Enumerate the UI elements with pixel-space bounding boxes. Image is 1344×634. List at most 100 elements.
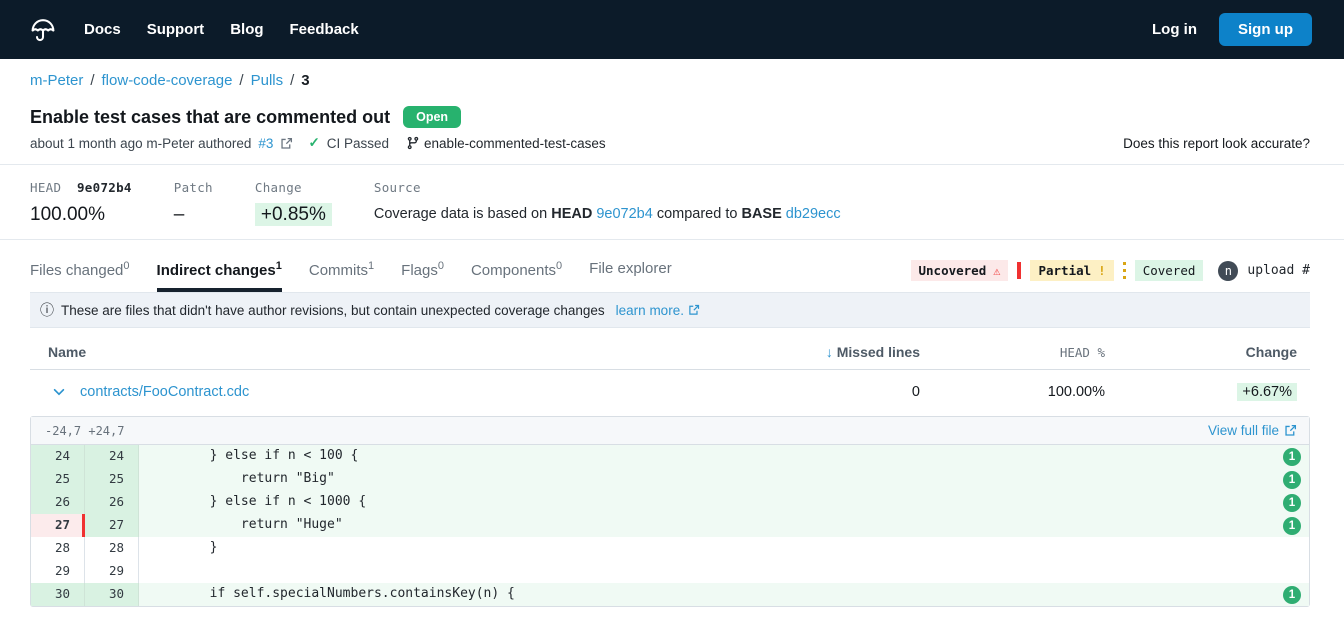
tab-commits[interactable]: Commits1 [309, 260, 374, 292]
nav-link-docs[interactable]: Docs [84, 21, 121, 38]
pull-authored-text: about 1 month ago m-Peter authored [30, 136, 251, 151]
new-line-number[interactable]: 24 [85, 445, 139, 468]
ci-status-text: CI Passed [327, 136, 389, 151]
diff-line: 24 24 } else if n < 100 { 1 [31, 445, 1309, 468]
new-line-number[interactable]: 28 [85, 537, 139, 560]
nav-link-blog[interactable]: Blog [230, 21, 263, 38]
new-line-number[interactable]: 30 [85, 583, 139, 606]
code-text: } else if n < 100 { [139, 445, 1309, 468]
hit-count-bubble[interactable]: 1 [1283, 586, 1301, 604]
breadcrumb-repo[interactable]: flow-code-coverage [102, 72, 233, 89]
diff-line: 29 29 [31, 560, 1309, 583]
old-line-number[interactable]: 30 [31, 583, 85, 606]
codecov-logo-icon[interactable] [28, 15, 58, 45]
source-base-commit-link[interactable]: db29ecc [786, 206, 841, 222]
nav-link-support[interactable]: Support [147, 21, 205, 38]
pull-title: Enable test cases that are commented out [30, 107, 390, 128]
column-header-missed-lines[interactable]: ↓ Missed lines [720, 344, 920, 360]
diff-line: 28 28 } [31, 537, 1309, 560]
top-navbar: Docs Support Blog Feedback Log in Sign u… [0, 0, 1344, 59]
legend-uncovered: Uncovered⚠ [911, 260, 1009, 281]
external-link-icon[interactable] [280, 137, 293, 150]
head-percent-value: 100.00% [920, 384, 1105, 400]
nav-links: Docs Support Blog Feedback [84, 21, 359, 38]
source-head-commit-link[interactable]: 9e072b4 [596, 206, 652, 222]
tab-file-explorer[interactable]: File explorer [589, 260, 672, 292]
change-value: +0.85% [255, 203, 332, 226]
tab-components[interactable]: Components0 [471, 260, 562, 292]
breadcrumb-pulls[interactable]: Pulls [251, 72, 284, 89]
patch-value: – [174, 204, 213, 226]
legend-partial: Partial! [1030, 260, 1113, 281]
legend-covered: Covered [1135, 260, 1204, 281]
tab-files-changed[interactable]: Files changed0 [30, 260, 130, 292]
report-tabs: Files changed0 Indirect changes1 Commits1 F… [30, 260, 672, 292]
code-text: return "Big" [139, 468, 1309, 491]
new-line-number[interactable]: 27 [85, 514, 139, 537]
diff-line: 25 25 return "Big" 1 [31, 468, 1309, 491]
tab-flags[interactable]: Flags0 [401, 260, 444, 292]
chevron-down-icon[interactable] [52, 385, 66, 399]
stat-source: Source Coverage data is based on HEAD 9e… [374, 180, 841, 222]
sort-desc-icon: ↓ [826, 344, 833, 360]
hunk-header: -24,7 +24,7 [45, 424, 124, 438]
breadcrumb-pull-id: 3 [301, 72, 309, 89]
uncovered-bar-swatch [1017, 262, 1021, 279]
change-percent-value: +6.67% [1237, 383, 1297, 401]
new-line-number[interactable]: 25 [85, 468, 139, 491]
missed-lines-value: 0 [720, 384, 920, 400]
code-text [139, 560, 1309, 583]
indirect-changes-banner: ⓘ These are files that didn't have autho… [30, 292, 1310, 328]
warning-icon: ⚠ [993, 264, 1000, 278]
code-text: return "Huge" [139, 514, 1309, 537]
banner-text: These are files that didn't have author … [61, 303, 605, 318]
diff-viewer: -24,7 +24,7 View full file 24 24 } else … [30, 416, 1310, 607]
stat-patch: Patch – [174, 180, 213, 226]
view-full-file-link[interactable]: View full file [1208, 423, 1297, 438]
column-header-change[interactable]: Change [1105, 344, 1297, 360]
status-badge-open: Open [403, 106, 461, 128]
diff-line: 27 27 return "Huge" 1 [31, 514, 1309, 537]
hit-count-bubble[interactable]: 1 [1283, 448, 1301, 466]
login-link[interactable]: Log in [1152, 21, 1197, 38]
info-icon: ⓘ [40, 300, 54, 320]
breadcrumb: m-Peter/flow-code-coverage/Pulls/3 [0, 59, 1344, 89]
upload-label: upload # [1247, 263, 1310, 278]
old-line-number[interactable]: 24 [31, 445, 85, 468]
old-line-number[interactable]: 26 [31, 491, 85, 514]
source-description: Coverage data is based on HEAD 9e072b4 c… [374, 206, 841, 222]
indirect-changes-table: Name ↓ Missed lines HEAD % Change contra… [30, 334, 1310, 414]
coverage-legend: Uncovered⚠ Partial! Covered n upload # [911, 260, 1311, 292]
partial-bar-swatch [1123, 262, 1126, 279]
file-name-link[interactable]: contracts/FooContract.cdc [80, 384, 249, 400]
nav-link-feedback[interactable]: Feedback [290, 21, 359, 38]
old-line-number[interactable]: 28 [31, 537, 85, 560]
branch-name: enable-commented-test-cases [424, 136, 606, 151]
code-text: if self.specialNumbers.containsKey(n) { [139, 583, 1309, 606]
head-coverage-value: 100.00% [30, 204, 132, 226]
old-line-number[interactable]: 27 [31, 514, 85, 537]
signup-button[interactable]: Sign up [1219, 13, 1312, 46]
hit-count-bubble[interactable]: 1 [1283, 471, 1301, 489]
breadcrumb-owner[interactable]: m-Peter [30, 72, 83, 89]
tab-indirect-changes[interactable]: Indirect changes1 [157, 260, 282, 292]
pull-number-link[interactable]: #3 [258, 136, 273, 151]
report-accuracy-prompt[interactable]: Does this report look accurate? [1123, 136, 1310, 151]
hit-count-bubble[interactable]: 1 [1283, 494, 1301, 512]
file-row: contracts/FooContract.cdc 0 100.00% +6.6… [30, 370, 1310, 414]
stat-change: Change +0.85% [255, 180, 332, 226]
new-line-number[interactable]: 26 [85, 491, 139, 514]
old-line-number[interactable]: 29 [31, 560, 85, 583]
new-line-number[interactable]: 29 [85, 560, 139, 583]
column-header-head-percent[interactable]: HEAD % [920, 345, 1105, 360]
head-commit: 9e072b4 [77, 180, 132, 195]
learn-more-link[interactable]: learn more. [616, 303, 700, 318]
old-line-number[interactable]: 25 [31, 468, 85, 491]
diff-line: 26 26 } else if n < 1000 { 1 [31, 491, 1309, 514]
ci-check-icon: ✓ [308, 135, 319, 151]
hit-count-bubble[interactable]: 1 [1283, 517, 1301, 535]
code-text: } [139, 537, 1309, 560]
code-text: } else if n < 1000 { [139, 491, 1309, 514]
column-header-name[interactable]: Name [48, 344, 720, 360]
branch-icon [406, 136, 420, 150]
